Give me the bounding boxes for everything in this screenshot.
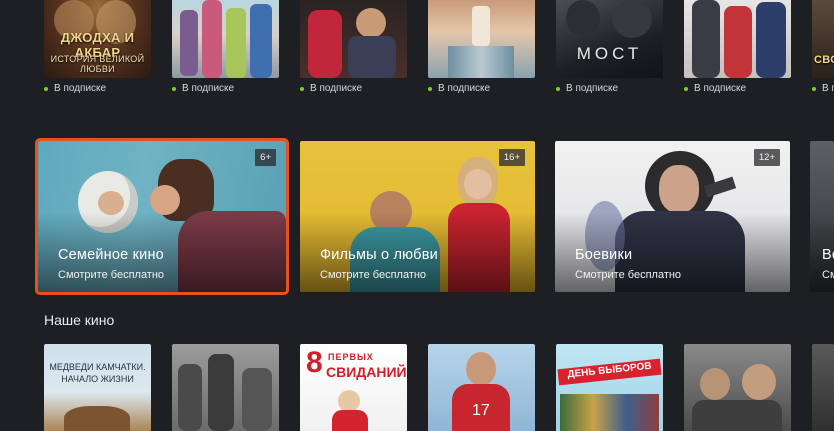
player-face-art — [466, 352, 496, 386]
genre-card-family[interactable]: 6+ Семейное кино Смотрите бесплатно — [35, 138, 289, 295]
genre-subtitle: Смотрите бесплатно — [320, 269, 427, 281]
poster-most[interactable]: МОСТ — [556, 0, 663, 78]
poster-partial[interactable] — [812, 344, 834, 431]
poster-bears-kamchatka[interactable]: МЕДВЕДИ КАМЧАТКИ. НАЧАЛО ЖИЗНИ — [44, 344, 151, 431]
jersey-number: 17 — [472, 402, 490, 419]
poster-art — [242, 368, 272, 431]
woman-face-art — [464, 169, 492, 199]
poster-title: МОСТ — [576, 44, 643, 63]
poster-art — [202, 0, 222, 78]
poster-art — [208, 354, 234, 431]
poster-art — [356, 8, 386, 38]
section-title: Наше кино — [44, 312, 115, 328]
child-face-art — [700, 368, 730, 400]
subscription-label: В подписке — [684, 83, 746, 94]
poster-hockey[interactable]: 17 — [428, 344, 535, 431]
poster-8-first-dates[interactable]: 8 ПЕРВЫХ СВИДАНИЙ — [300, 344, 407, 431]
top-poster-row: ДЖОДХА И АКБАР ИСТОРИЯ ВЕЛИКОЙ ЛЮБВИ МОС… — [0, 0, 834, 78]
subscription-dot-icon — [556, 86, 560, 91]
poster-art — [308, 10, 342, 78]
genre-card-romance[interactable]: 16+ Фильмы о любви Смотрите бесплатно — [300, 141, 535, 292]
poster-art — [348, 36, 396, 78]
age-rating-badge: 12+ — [753, 149, 780, 166]
age-rating-badge: 6+ — [255, 149, 276, 166]
poster-art — [180, 10, 198, 76]
genre-title: Во — [822, 247, 834, 263]
poster-art — [472, 6, 490, 46]
genre-title: Боевики — [575, 247, 633, 263]
poster-number: 8 — [306, 346, 323, 379]
poster-art — [692, 0, 720, 78]
subscription-label: В подписке — [556, 83, 618, 94]
poster-title-line1: МЕДВЕДИ КАМЧАТКИ. — [49, 362, 146, 372]
genre-card-action[interactable]: 12+ Боевики Смотрите бесплатно — [555, 141, 790, 292]
genre-title: Семейное кино — [58, 247, 164, 263]
poster-bw[interactable] — [172, 344, 279, 431]
poster-title: СВО — [814, 54, 834, 66]
poster-3[interactable] — [300, 0, 407, 78]
genre-subtitle: Смотрите бесплатно — [58, 269, 165, 281]
subscription-label: В подписке — [300, 83, 362, 94]
poster-6[interactable] — [684, 0, 791, 78]
poster-art — [178, 364, 202, 431]
woman-face-art — [338, 390, 360, 412]
woman-face-art — [150, 185, 180, 215]
poster-children[interactable] — [684, 344, 791, 431]
genre-subtitle: Смотрите бесплатно — [575, 269, 682, 281]
bear-art — [64, 406, 130, 431]
poster-art — [448, 46, 514, 78]
poster-subtitle: ИСТОРИЯ ВЕЛИКОЙ ЛЮБВИ — [50, 54, 145, 74]
poster-election-day[interactable]: ДЕНЬ ВЫБОРОВ — [556, 344, 663, 431]
poster-jodhaa-akbar[interactable]: ДЖОДХА И АКБАР ИСТОРИЯ ВЕЛИКОЙ ЛЮБВИ — [44, 0, 151, 78]
people-art — [560, 394, 659, 431]
subscription-dot-icon — [44, 86, 48, 91]
poster-art — [756, 2, 786, 78]
subscription-label: В подписке — [44, 83, 106, 94]
subscription-dot-icon — [812, 86, 816, 91]
poster-title-line2: НАЧАЛО ЖИЗНИ — [61, 374, 134, 384]
poster-art — [566, 0, 600, 36]
subscription-label: В подписке — [812, 83, 834, 94]
poster-art — [250, 4, 272, 78]
subscription-dot-icon — [684, 86, 688, 91]
poster-title-line1: ПЕРВЫХ — [328, 352, 374, 362]
subscription-dot-icon — [172, 86, 176, 91]
genre-title: Фильмы о любви — [320, 247, 438, 263]
poster-art — [724, 6, 752, 78]
poster-title-line2: СВИДАНИЙ — [326, 364, 407, 380]
woman-dress-art — [332, 410, 368, 431]
age-rating-badge: 16+ — [498, 149, 525, 166]
genre-subtitle: См — [822, 269, 834, 281]
subscription-dot-icon — [300, 86, 304, 91]
poster-art — [612, 0, 652, 38]
genre-card-partial[interactable]: Во См — [810, 141, 834, 292]
poster-4[interactable] — [428, 0, 535, 78]
man-face-art — [659, 165, 699, 213]
child-face-art — [742, 364, 776, 400]
poster-art — [692, 400, 782, 431]
poster-art — [226, 8, 246, 78]
poster-7[interactable]: СВО — [812, 0, 834, 78]
subscription-label: В подписке — [172, 83, 234, 94]
poster-2[interactable] — [172, 0, 279, 78]
subscription-label: В подписке — [428, 83, 490, 94]
subscription-dot-icon — [428, 86, 432, 91]
